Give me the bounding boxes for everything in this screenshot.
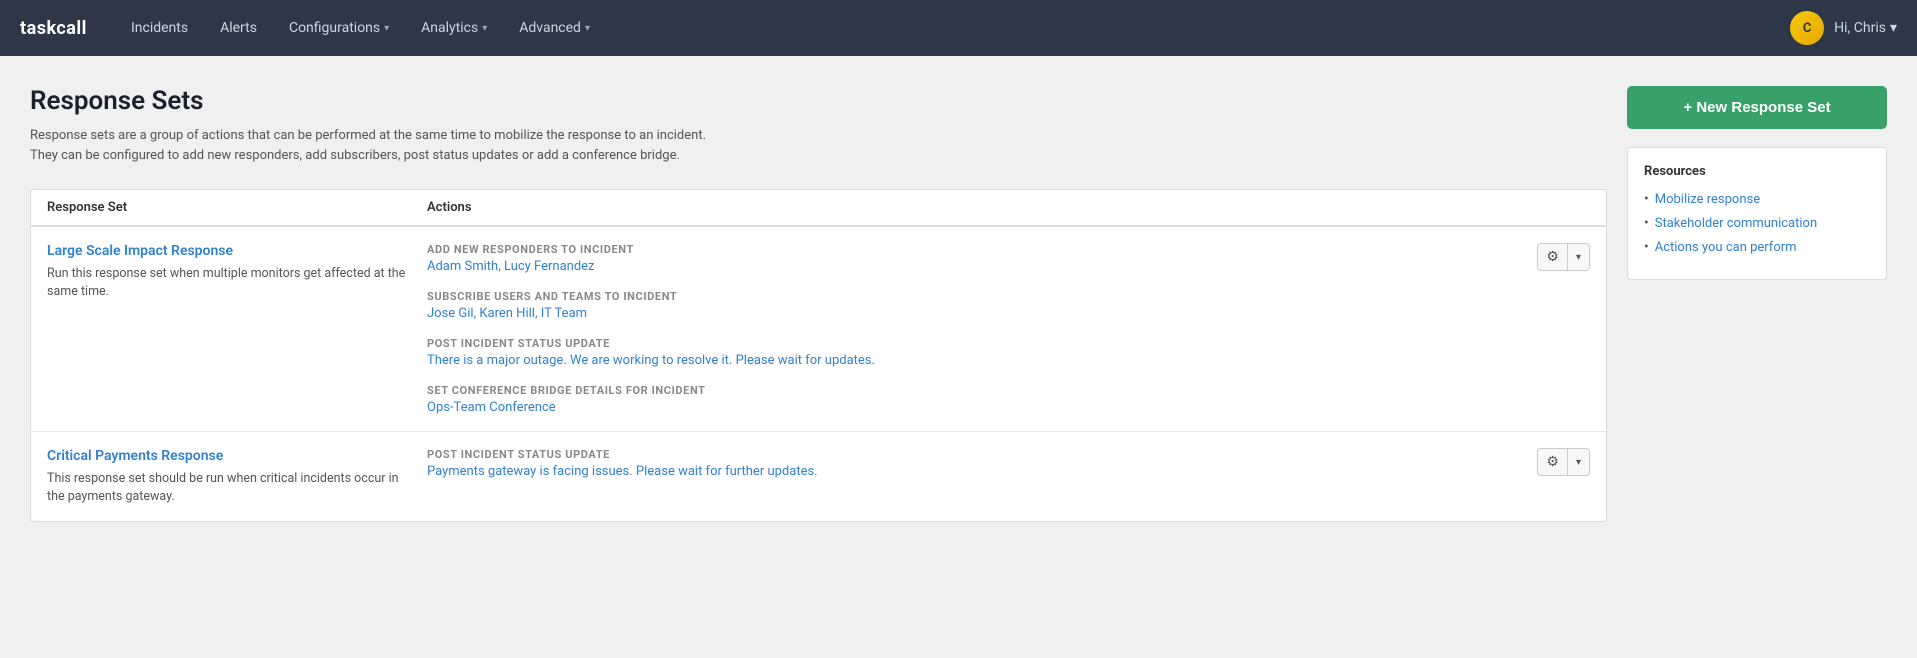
gear-icon[interactable]: ⚙ [1538,449,1568,475]
action-block: SET CONFERENCE BRIDGE DETAILS FOR INCIDE… [427,384,1590,415]
response-set-link[interactable]: Large Scale Impact Response [47,243,407,259]
navbar: taskcall Incidents Alerts Configurations… [0,0,1917,56]
resources-box: Resources Mobilize response Stakeholder … [1627,147,1887,280]
resource-link-stakeholder[interactable]: Stakeholder communication [1644,215,1870,231]
response-set-link[interactable]: Critical Payments Response [47,448,407,464]
action-block: ADD NEW RESPONDERS TO INCIDENT Adam Smit… [427,243,1590,274]
navbar-right: C Hi, Chris ▾ [1790,11,1897,45]
action-value[interactable]: Adam Smith, Lucy Fernandez [427,259,1590,274]
nav-analytics[interactable]: Analytics ▾ [407,14,501,42]
action-block: POST INCIDENT STATUS UPDATE There is a m… [427,337,1590,368]
row-actions-col: ADD NEW RESPONDERS TO INCIDENT Adam Smit… [427,243,1590,415]
page-title: Response Sets [30,86,1607,116]
chevron-down-icon: ▾ [1890,20,1897,36]
table-row: Critical Payments Response This response… [31,432,1606,521]
action-value[interactable]: Jose Gil, Karen Hill, IT Team [427,306,1590,321]
page-content: Response Sets Response sets are a group … [0,56,1917,658]
nav-incidents[interactable]: Incidents [117,14,202,42]
gear-icon[interactable]: ⚙ [1538,244,1568,270]
col-header-response-set: Response Set [47,200,427,215]
nav-advanced[interactable]: Advanced ▾ [505,14,604,42]
row-description: This response set should be run when cri… [47,470,407,505]
user-menu[interactable]: Hi, Chris ▾ [1834,20,1897,36]
action-value[interactable]: Ops-Team Conference [427,400,1590,415]
table-header: Response Set Actions [31,190,1606,227]
action-block: SUBSCRIBE USERS AND TEAMS TO INCIDENT Jo… [427,290,1590,321]
resources-list: Mobilize response Stakeholder communicat… [1644,191,1870,255]
gear-button[interactable]: ⚙ ▾ [1537,448,1590,476]
action-label: SUBSCRIBE USERS AND TEAMS TO INCIDENT [427,290,1590,303]
row-name-col: Large Scale Impact Response Run this res… [47,243,427,300]
chevron-down-icon[interactable]: ▾ [1568,247,1589,268]
resource-link-mobilize[interactable]: Mobilize response [1644,191,1870,207]
chevron-down-icon: ▾ [585,23,590,34]
col-header-actions: Actions [427,200,1590,215]
sidebar: + New Response Set Resources Mobilize re… [1627,86,1887,628]
row-description: Run this response set when multiple moni… [47,265,407,300]
action-label: POST INCIDENT STATUS UPDATE [427,448,1590,461]
main-area: Response Sets Response sets are a group … [30,86,1607,628]
chevron-down-icon: ▾ [482,23,487,34]
resources-title: Resources [1644,164,1870,179]
nav-alerts[interactable]: Alerts [206,14,271,42]
chevron-down-icon[interactable]: ▾ [1568,452,1589,473]
nav-links: Incidents Alerts Configurations ▾ Analyt… [117,14,1790,42]
row-name-col: Critical Payments Response This response… [47,448,427,505]
brand-logo[interactable]: taskcall [20,18,87,39]
resource-link-actions[interactable]: Actions you can perform [1644,239,1870,255]
chevron-down-icon: ▾ [384,23,389,34]
response-sets-table: Response Set Actions Large Scale Impact … [30,189,1607,522]
action-label: ADD NEW RESPONDERS TO INCIDENT [427,243,1590,256]
action-value[interactable]: There is a major outage. We are working … [427,353,1590,368]
action-block: POST INCIDENT STATUS UPDATE Payments gat… [427,448,1590,479]
action-value[interactable]: Payments gateway is facing issues. Pleas… [427,464,1590,479]
new-response-set-button[interactable]: + New Response Set [1627,86,1887,129]
avatar: C [1790,11,1824,45]
gear-button[interactable]: ⚙ ▾ [1537,243,1590,271]
table-row: Large Scale Impact Response Run this res… [31,227,1606,432]
nav-configurations[interactable]: Configurations ▾ [275,14,403,42]
page-description: Response sets are a group of actions tha… [30,126,710,165]
action-label: POST INCIDENT STATUS UPDATE [427,337,1590,350]
action-label: SET CONFERENCE BRIDGE DETAILS FOR INCIDE… [427,384,1590,397]
row-actions-col: POST INCIDENT STATUS UPDATE Payments gat… [427,448,1590,479]
